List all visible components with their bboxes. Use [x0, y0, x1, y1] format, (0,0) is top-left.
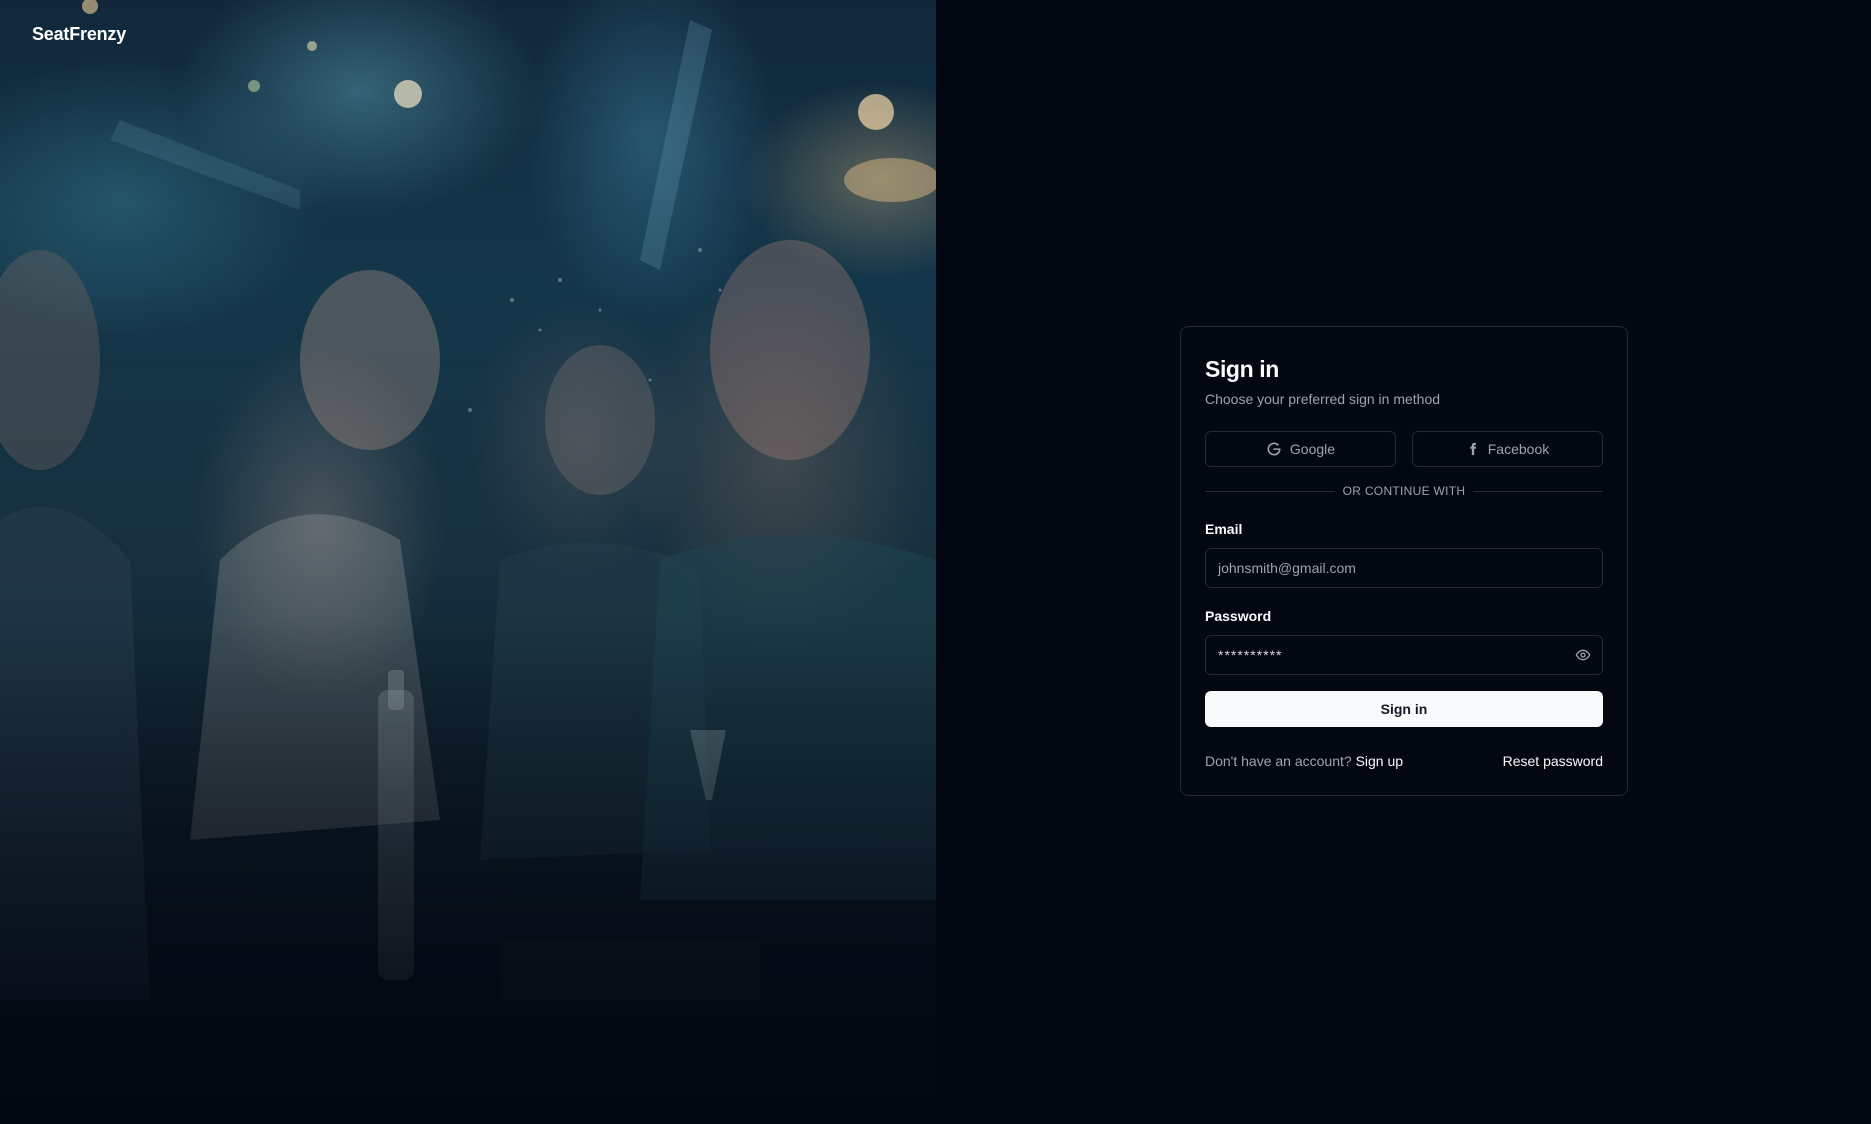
- signin-submit-button[interactable]: Sign in: [1205, 691, 1603, 727]
- signin-title: Sign in: [1205, 356, 1279, 382]
- eye-icon[interactable]: [1573, 645, 1593, 665]
- no-account-text: Don't have an account?: [1205, 753, 1352, 769]
- oauth-buttons: Google Facebook: [1205, 431, 1603, 467]
- signin-page: SeatFrenzy Sign in Choose your preferred…: [0, 0, 1871, 1124]
- email-field-wrap: johnsmith@gmail.com: [1205, 548, 1603, 588]
- hero-image-panel: SeatFrenzy: [0, 0, 936, 1124]
- password-value: **********: [1218, 647, 1283, 663]
- divider-line-right: [1473, 490, 1604, 492]
- email-field[interactable]: johnsmith@gmail.com: [1205, 548, 1603, 588]
- brand-logo[interactable]: SeatFrenzy: [32, 24, 126, 45]
- signin-card: Sign in Choose your preferred sign in me…: [1180, 326, 1628, 796]
- email-value: johnsmith@gmail.com: [1218, 560, 1356, 576]
- email-label: Email: [1205, 521, 1243, 537]
- hero-illustration: [0, 0, 936, 1000]
- signup-link[interactable]: Sign up: [1356, 753, 1403, 769]
- facebook-icon: [1466, 441, 1480, 457]
- google-label: Google: [1289, 441, 1336, 457]
- or-divider: OR CONTINUE WITH: [1205, 484, 1604, 498]
- facebook-signin-button[interactable]: Facebook: [1412, 431, 1603, 467]
- facebook-label: Facebook: [1487, 441, 1550, 457]
- google-icon: [1266, 441, 1282, 457]
- divider-line-left: [1205, 490, 1335, 492]
- signin-footer: Don't have an account? Sign up Reset pas…: [1205, 753, 1603, 769]
- signin-subtitle: Choose your preferred sign in method: [1205, 391, 1441, 407]
- reset-password-link[interactable]: Reset password: [1503, 753, 1603, 769]
- password-label: Password: [1205, 608, 1272, 624]
- signin-panel: Sign in Choose your preferred sign in me…: [936, 0, 1871, 1124]
- signup-prompt: Don't have an account? Sign up: [1205, 753, 1403, 769]
- divider-text: OR CONTINUE WITH: [1342, 484, 1466, 498]
- password-field[interactable]: **********: [1205, 635, 1603, 675]
- password-field-wrap: **********: [1205, 635, 1603, 675]
- google-signin-button[interactable]: Google: [1205, 431, 1396, 467]
